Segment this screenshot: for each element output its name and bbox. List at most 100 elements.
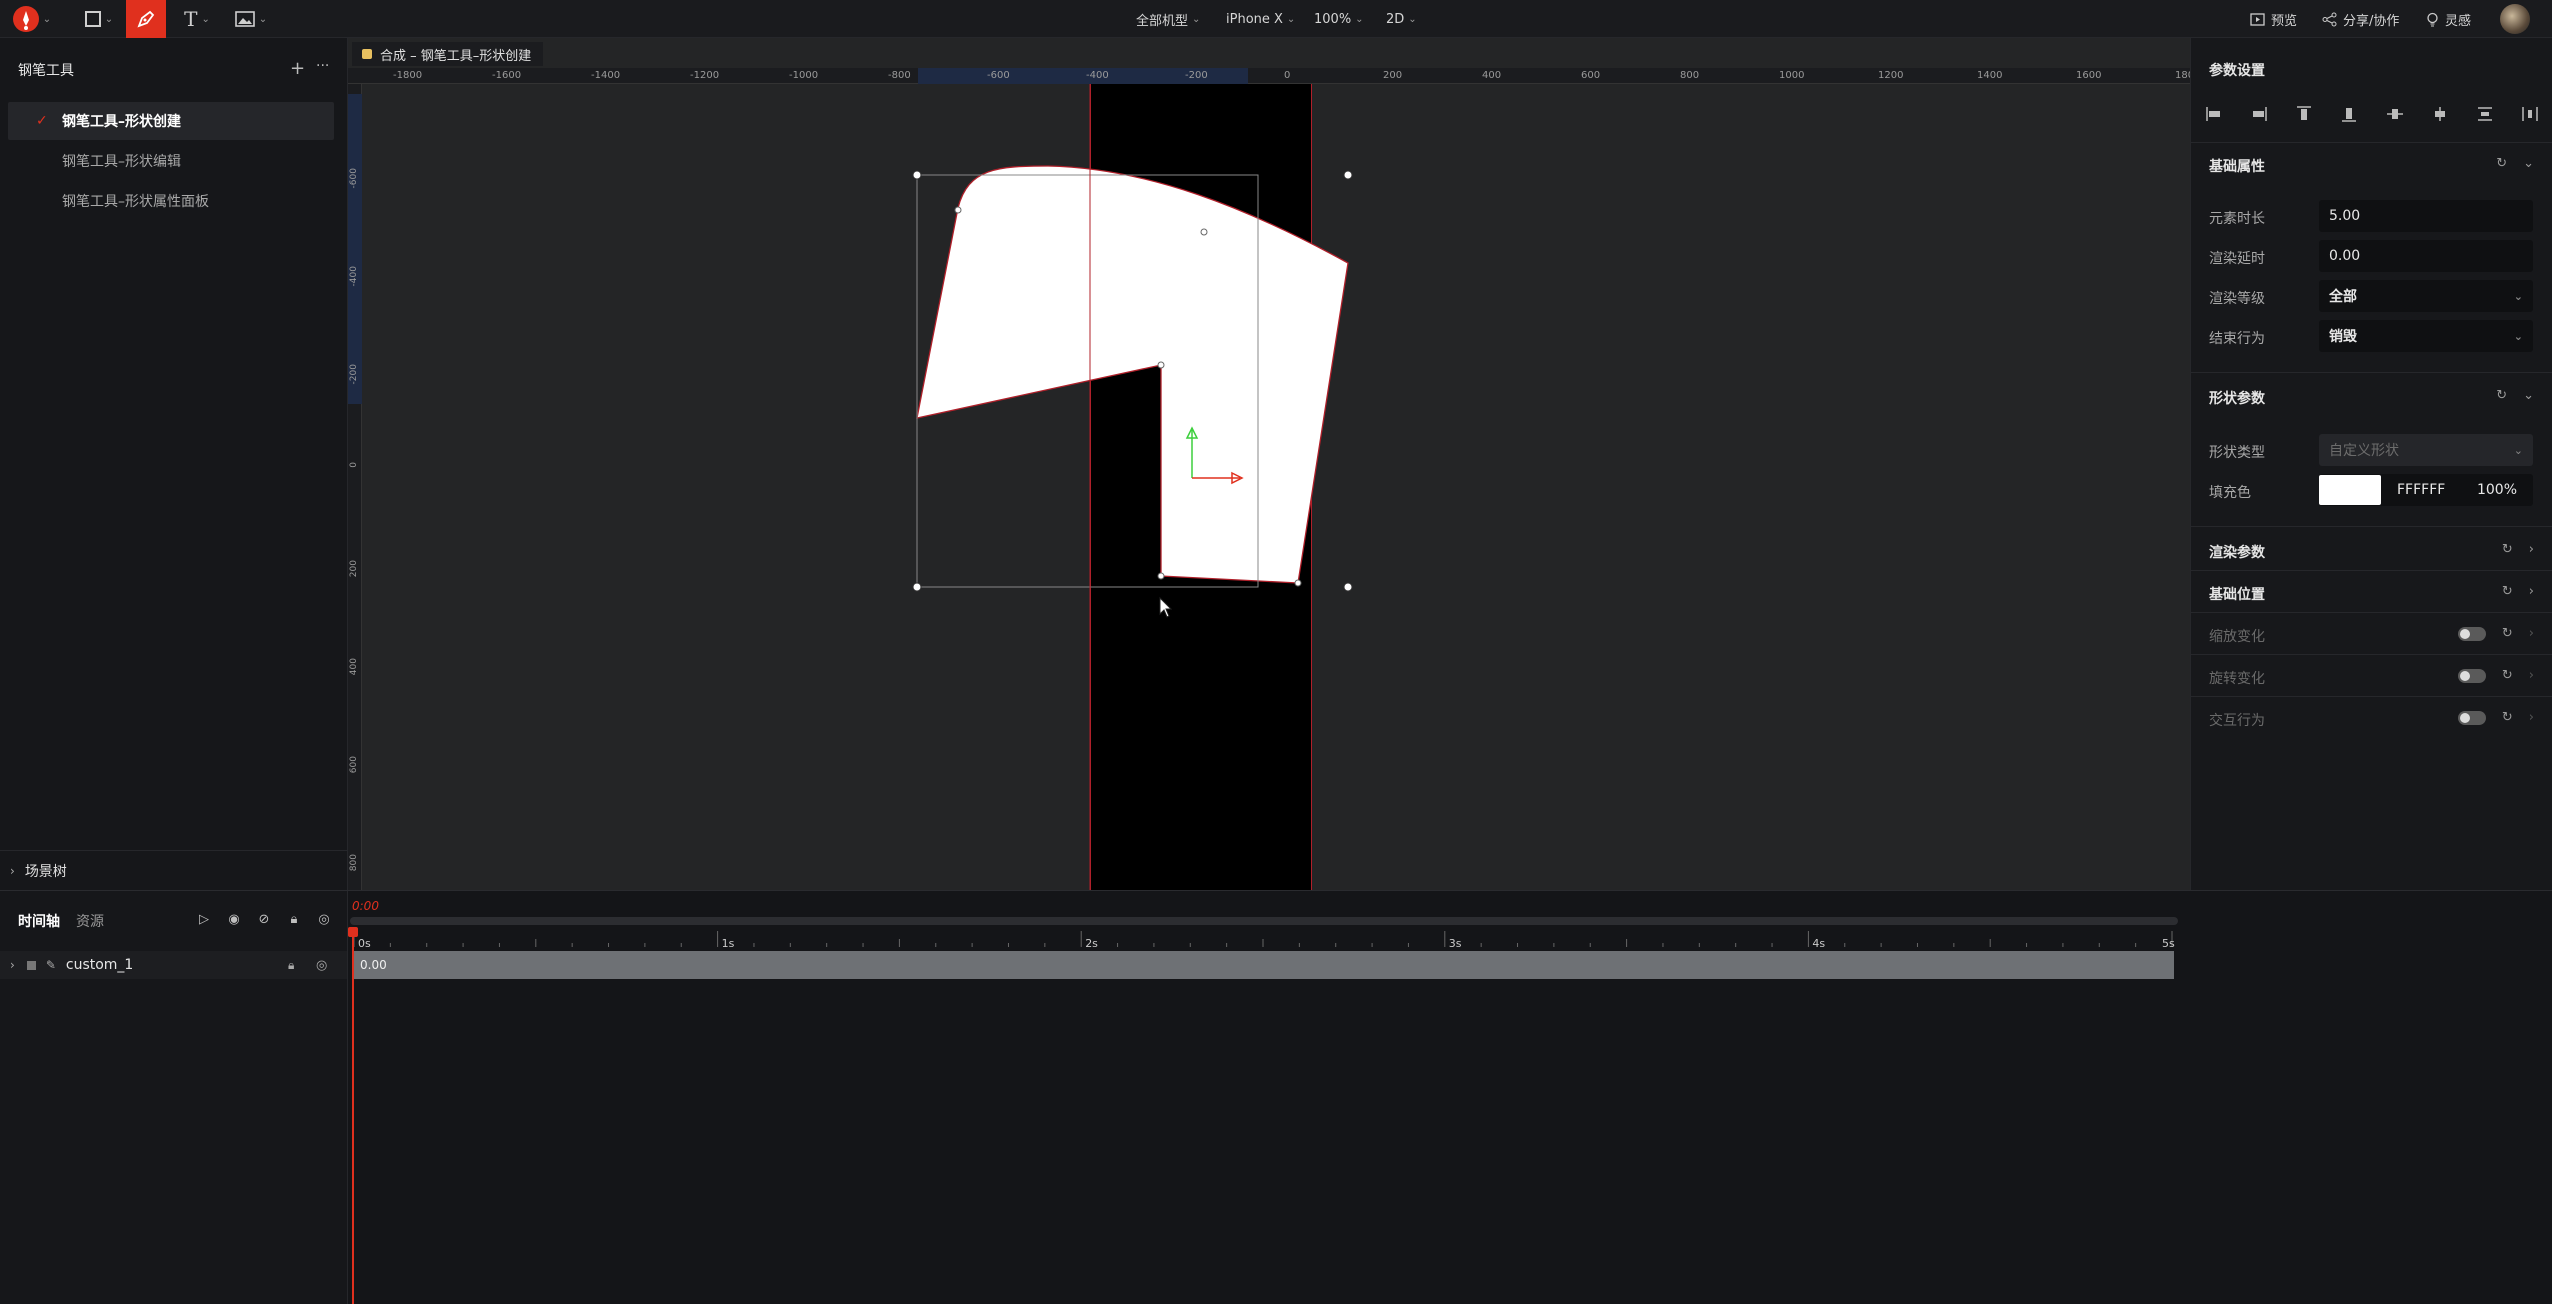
eye-icon[interactable]: ◎ — [314, 909, 334, 929]
reset-icon[interactable]: ↻ — [2502, 542, 2513, 557]
chevron-down-icon: ⌄ — [104, 13, 114, 25]
align-bottom-icon[interactable] — [2340, 106, 2358, 122]
base-position-header[interactable]: 基础位置 — [2209, 584, 2265, 604]
align-left-icon[interactable] — [2205, 106, 2223, 122]
interaction-label: 交互行为 — [2209, 713, 2265, 729]
mode-label: 2D — [1386, 11, 1405, 27]
shape-params-header[interactable]: 形状参数 — [2209, 388, 2265, 408]
play-box-icon — [2250, 12, 2265, 26]
interaction-toggle[interactable] — [2457, 710, 2486, 725]
playhead-handle[interactable] — [348, 927, 358, 937]
align-center-icon[interactable] — [2431, 106, 2449, 122]
app-logo-menu[interactable]: ⌄ — [8, 0, 56, 38]
chevron-down-icon: ⌄ — [1408, 13, 1417, 25]
list-item[interactable]: 钢笔工具–形状属性面板 — [8, 182, 334, 220]
share-button[interactable]: 分享/协作 — [2322, 0, 2399, 38]
text-tool[interactable]: T ⌄ — [174, 0, 220, 38]
bounds-handle[interactable] — [912, 582, 922, 592]
shape-type-label: 形状类型 — [2209, 445, 2265, 461]
shape-layer — [912, 84, 1353, 890]
reset-icon[interactable]: ↻ — [2502, 626, 2513, 641]
lock-icon[interactable]: 🔒︎ — [288, 958, 294, 973]
chevron-down-icon: ⌄ — [2513, 329, 2523, 343]
anchor-point[interactable] — [954, 206, 962, 214]
delay-input[interactable]: 0.00 — [2319, 240, 2533, 272]
chevron-right-icon[interactable]: › — [2529, 668, 2534, 683]
chevron-down-icon[interactable]: ⌄ — [2523, 388, 2534, 403]
align-middle-icon[interactable] — [2386, 106, 2404, 122]
playhead[interactable] — [352, 927, 354, 1304]
align-toolbar — [2205, 106, 2539, 126]
scene-tree-toggle[interactable]: › 场景树 — [0, 850, 347, 890]
mode-select[interactable]: 2D ⌄ — [1386, 0, 1417, 38]
canvas-area[interactable]: 合成 – 钢笔工具–形状创建 -1800 -1600 -1400 -1200 -1000… — [348, 38, 2190, 890]
avatar[interactable] — [2500, 4, 2530, 34]
fill-opacity-value[interactable]: 100% — [2477, 482, 2517, 498]
align-right-icon[interactable] — [2250, 106, 2268, 122]
reset-icon[interactable]: ↻ — [2496, 388, 2507, 403]
record-icon[interactable]: ◉ — [224, 909, 244, 929]
list-item[interactable]: ✓ 钢笔工具–形状创建 — [8, 102, 334, 140]
rectangle-tool[interactable]: ⌄ — [76, 0, 122, 38]
duration-input[interactable]: 5.00 — [2319, 200, 2533, 232]
basic-props-header[interactable]: 基础属性 — [2209, 156, 2265, 176]
end-behavior-value: 销毁 — [2329, 329, 2357, 345]
tab-timeline[interactable]: 时间轴 — [18, 911, 60, 931]
reset-icon[interactable]: ↻ — [2502, 584, 2513, 599]
bounds-handle[interactable] — [912, 170, 922, 180]
hide-icon[interactable]: ⊘ — [254, 909, 274, 929]
chevron-down-icon: ⌄ — [1192, 13, 1201, 25]
fill-color-input[interactable]: FFFFFF 100% — [2319, 474, 2533, 506]
image-tool[interactable]: ⌄ — [228, 0, 274, 38]
render-level-select[interactable]: 全部 ⌄ — [2319, 280, 2533, 312]
track-row[interactable]: › ✎ custom_1 🔒︎ ◎ — [0, 951, 347, 979]
scale-toggle[interactable] — [2457, 626, 2486, 641]
chevron-right-icon[interactable]: › — [10, 958, 15, 972]
anchor-point[interactable] — [1200, 228, 1208, 236]
pen-tool[interactable] — [126, 0, 166, 38]
lock-icon[interactable]: 🔒︎ — [284, 909, 304, 929]
timeline-scrollbar[interactable] — [350, 917, 2178, 925]
device-select[interactable]: iPhone X ⌄ — [1226, 0, 1295, 38]
play-icon[interactable]: ▷ — [194, 909, 214, 929]
properties-panel: 参数设置 基础属性 ↻ ⌄ 元素时长 5.00 渲染延时 0.00 渲染等级 全部… — [2190, 38, 2552, 890]
chevron-down-icon[interactable]: ⌄ — [2523, 156, 2534, 171]
timeline-track-list: 时间轴 资源 ▷ ◉ ⊘ 🔒︎ ◎ › ✎ custom_1 🔒︎ ◎ — [0, 891, 348, 1304]
preview-button[interactable]: 预览 — [2250, 0, 2297, 38]
track-clip[interactable]: 0.00 — [354, 951, 2174, 979]
chevron-right-icon[interactable]: › — [2529, 626, 2534, 641]
end-behavior-select[interactable]: 销毁 ⌄ — [2319, 320, 2533, 352]
chevron-right-icon[interactable]: › — [2529, 542, 2534, 557]
reset-icon[interactable]: ↻ — [2502, 668, 2513, 683]
chevron-right-icon[interactable]: › — [2529, 584, 2534, 599]
reset-icon[interactable]: ↻ — [2502, 710, 2513, 725]
distribute-vertical-icon[interactable] — [2476, 106, 2494, 122]
list-item[interactable]: 钢笔工具–形状编辑 — [8, 142, 334, 180]
zoom-label: 100% — [1314, 11, 1352, 27]
zoom-select[interactable]: 100% ⌄ — [1314, 0, 1364, 38]
color-swatch[interactable] — [2319, 475, 2381, 505]
time-ruler[interactable] — [352, 931, 2174, 947]
fill-hex-value[interactable]: FFFFFF — [2397, 482, 2445, 498]
left-panel: 钢笔工具 + ··· ✓ 钢笔工具–形状创建 钢笔工具–形状编辑 钢笔工具–形状… — [0, 38, 348, 890]
distribute-horizontal-icon[interactable] — [2521, 106, 2539, 122]
scene-tree-label: 场景树 — [24, 863, 67, 880]
bounds-handle[interactable] — [1343, 170, 1353, 180]
device-filter-select[interactable]: 全部机型 ⌄ — [1136, 0, 1200, 38]
rotate-toggle[interactable] — [2457, 668, 2486, 683]
anchor-point[interactable] — [1294, 579, 1302, 587]
add-icon[interactable]: + — [290, 58, 305, 79]
more-icon[interactable]: ··· — [316, 58, 329, 74]
anchor-point[interactable] — [1157, 572, 1165, 580]
tab-assets[interactable]: 资源 — [76, 911, 104, 931]
inspiration-button[interactable]: 灵感 — [2426, 0, 2471, 38]
align-top-icon[interactable] — [2295, 106, 2313, 122]
render-params-header[interactable]: 渲染参数 — [2209, 542, 2265, 562]
chevron-right-icon[interactable]: › — [2529, 710, 2534, 725]
bounds-handle[interactable] — [1343, 582, 1353, 592]
custom-shape[interactable] — [916, 165, 1349, 584]
anchor-point[interactable] — [1157, 361, 1165, 369]
eye-icon[interactable]: ◎ — [316, 958, 327, 973]
track-name: custom_1 — [65, 957, 134, 973]
reset-icon[interactable]: ↻ — [2496, 156, 2507, 171]
